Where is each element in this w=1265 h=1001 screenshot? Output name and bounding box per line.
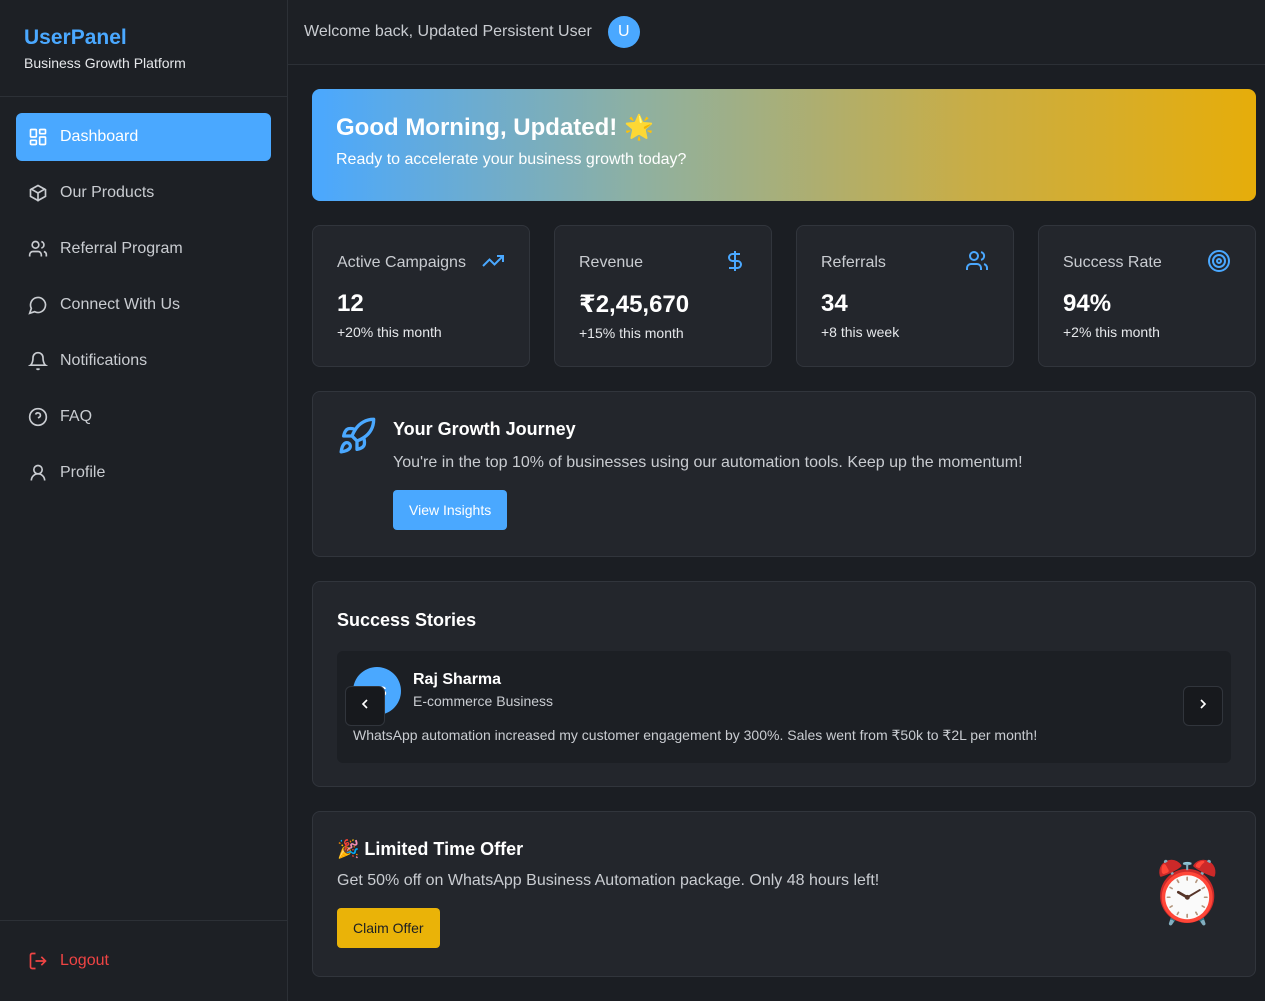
offer-text: Get 50% off on WhatsApp Business Automat… <box>337 872 880 889</box>
help-icon <box>28 407 48 427</box>
view-insights-button[interactable]: View Insights <box>393 490 508 530</box>
logout-icon <box>28 951 48 971</box>
growth-text: You're in the top 10% of businesses usin… <box>393 454 1023 471</box>
stats-row: Active Campaigns 12 +20% this month Reve… <box>312 225 1256 367</box>
sidebar-item-label: Connect With Us <box>60 296 181 313</box>
success-stories-title: Success Stories <box>337 610 477 630</box>
story-name: Raj Sharma <box>413 671 502 688</box>
offer-title: 🎉 Limited Time Offer <box>337 839 524 859</box>
sidebar-item-notifications[interactable]: Notifications <box>16 337 271 385</box>
stat-label: Revenue <box>579 254 644 271</box>
sidebar-item-label: Profile <box>60 464 106 481</box>
sidebar-item-label: FAQ <box>60 408 93 425</box>
logout-button[interactable]: Logout <box>0 920 287 1001</box>
brand-title[interactable]: UserPanel <box>24 26 263 50</box>
sidebar-item-referral[interactable]: Referral Program <box>16 225 271 273</box>
avatar[interactable]: U <box>607 16 640 48</box>
claim-offer-button[interactable]: Claim Offer <box>337 908 440 948</box>
sidebar-item-profile[interactable]: Profile <box>16 449 271 497</box>
stat-card-success-rate: Success Rate 94% +2% this month <box>1038 225 1256 367</box>
stat-card-revenue: Revenue ₹2,45,670 +15% this month <box>554 225 772 367</box>
growth-title: Your Growth Journey <box>393 419 576 439</box>
app: UserPanel Business Growth Platform Dashb… <box>0 0 1265 1001</box>
rocket-icon <box>337 416 393 532</box>
top-bar: Welcome back, Updated Persistent User U <box>288 0 1265 65</box>
sidebar-item-connect[interactable]: Connect With Us <box>16 281 271 329</box>
stat-card-campaigns: Active Campaigns 12 +20% this month <box>312 225 530 367</box>
stat-value: 12 <box>337 290 364 317</box>
story-business: E-commerce Business <box>413 693 554 709</box>
users-icon <box>965 249 989 278</box>
bell-icon <box>28 351 48 371</box>
limited-offer-card: 🎉 Limited Time Offer Get 50% off on What… <box>312 811 1256 977</box>
stat-change: +8 this week <box>821 324 900 340</box>
previous-story-button[interactable] <box>345 686 385 726</box>
users-icon <box>28 239 48 259</box>
dashboard-icon <box>28 127 48 147</box>
chevron-left-icon <box>357 696 373 717</box>
sidebar-item-dashboard[interactable]: Dashboard <box>16 113 271 161</box>
success-stories-card: Success Stories RS Raj Sharma E-commerce… <box>312 581 1256 787</box>
package-icon <box>28 183 48 203</box>
greeting-subtitle: Ready to accelerate your business growth… <box>336 151 687 168</box>
target-icon <box>1207 249 1231 278</box>
chevron-right-icon <box>1195 696 1211 717</box>
stat-change: +20% this month <box>337 324 442 340</box>
sidebar: UserPanel Business Growth Platform Dashb… <box>0 0 288 1001</box>
brand-subtitle: Business Growth Platform <box>24 55 186 71</box>
stat-value: ₹2,45,670 <box>579 291 690 318</box>
stat-label: Active Campaigns <box>337 254 466 271</box>
sidebar-nav: Dashboard Our Products Referral Program … <box>0 97 287 920</box>
logout-label: Logout <box>60 952 109 969</box>
stat-value: 34 <box>821 290 848 317</box>
main-area: Welcome back, Updated Persistent User U … <box>288 0 1265 1001</box>
story-quote: WhatsApp automation increased my custome… <box>353 727 1038 743</box>
sidebar-item-faq[interactable]: FAQ <box>16 393 271 441</box>
stat-label: Success Rate <box>1063 254 1162 271</box>
sidebar-item-products[interactable]: Our Products <box>16 169 271 217</box>
greeting-title: Good Morning, Updated! 🌟 <box>336 114 654 141</box>
trending-up-icon <box>481 249 505 278</box>
dollar-icon <box>723 249 747 278</box>
brand: UserPanel Business Growth Platform <box>0 0 287 97</box>
growth-journey-card: Your Growth Journey You're in the top 10… <box>312 391 1256 557</box>
welcome-text: Welcome back, Updated Persistent User <box>304 23 592 40</box>
stat-change: +2% this month <box>1063 324 1160 340</box>
stat-change: +15% this month <box>579 325 684 341</box>
stat-value: 94% <box>1063 290 1112 317</box>
dashboard-content: Good Morning, Updated! 🌟 Ready to accele… <box>288 65 1265 977</box>
chat-icon <box>28 295 48 315</box>
sidebar-item-label: Notifications <box>60 352 148 369</box>
stat-label: Referrals <box>821 254 886 271</box>
next-story-button[interactable] <box>1183 686 1223 726</box>
stat-card-referrals: Referrals 34 +8 this week <box>796 225 1014 367</box>
user-icon <box>28 463 48 483</box>
story-slide: RS Raj Sharma E-commerce Business WhatsA… <box>337 651 1231 763</box>
greeting-banner: Good Morning, Updated! 🌟 Ready to accele… <box>312 89 1256 201</box>
sidebar-item-label: Referral Program <box>60 240 183 257</box>
sidebar-item-label: Dashboard <box>60 128 139 145</box>
sidebar-item-label: Our Products <box>60 184 155 201</box>
alarm-clock-icon: ⏰ <box>1150 859 1225 926</box>
